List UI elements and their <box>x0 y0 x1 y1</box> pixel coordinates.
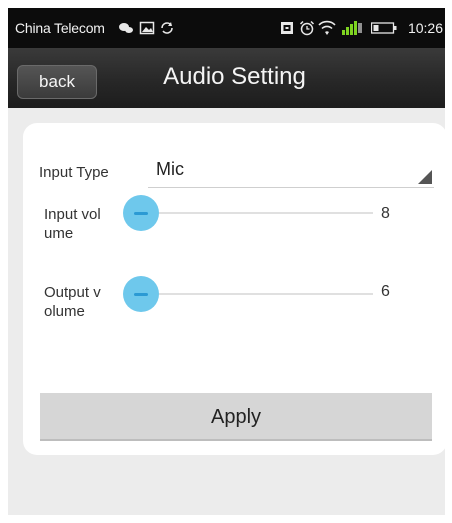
chat-bubble-icon <box>119 23 133 33</box>
input-volume-slider[interactable] <box>123 193 373 233</box>
apply-button[interactable]: Apply <box>40 393 432 441</box>
input-type-value: Mic <box>156 159 184 179</box>
carrier-name: China Telecom <box>15 20 105 36</box>
sync-icon <box>161 22 173 34</box>
battery-icon <box>371 22 397 34</box>
clock: 10:26 <box>407 20 443 36</box>
wifi-icon <box>318 20 336 35</box>
input-type-label: Input Type <box>39 164 109 181</box>
input-volume-value: 8 <box>381 205 390 222</box>
phone-screen: China Telecom 10:26 Audio Setting back I… <box>8 8 445 515</box>
back-button[interactable]: back <box>17 65 97 99</box>
output-volume-label: Output volume <box>44 284 101 320</box>
output-volume-slider[interactable] <box>123 274 373 314</box>
signal-icon <box>342 21 362 35</box>
slider-thumb[interactable] <box>123 195 159 231</box>
image-icon <box>139 21 155 35</box>
input-volume-label: Input volume <box>44 206 101 242</box>
status-bar: China Telecom 10:26 <box>8 8 445 48</box>
slider-thumb[interactable] <box>123 276 159 312</box>
slider-track <box>133 293 373 295</box>
settings-card: Input Type Mic Input volume 8 Output vol… <box>23 123 445 455</box>
output-volume-value: 6 <box>381 283 390 300</box>
dropdown-arrow-icon <box>418 170 432 184</box>
sim-icon <box>281 22 293 34</box>
title-bar: Audio Setting back <box>8 48 445 108</box>
input-type-select[interactable]: Mic <box>148 153 434 188</box>
alarm-icon <box>299 20 315 36</box>
slider-track <box>133 212 373 214</box>
